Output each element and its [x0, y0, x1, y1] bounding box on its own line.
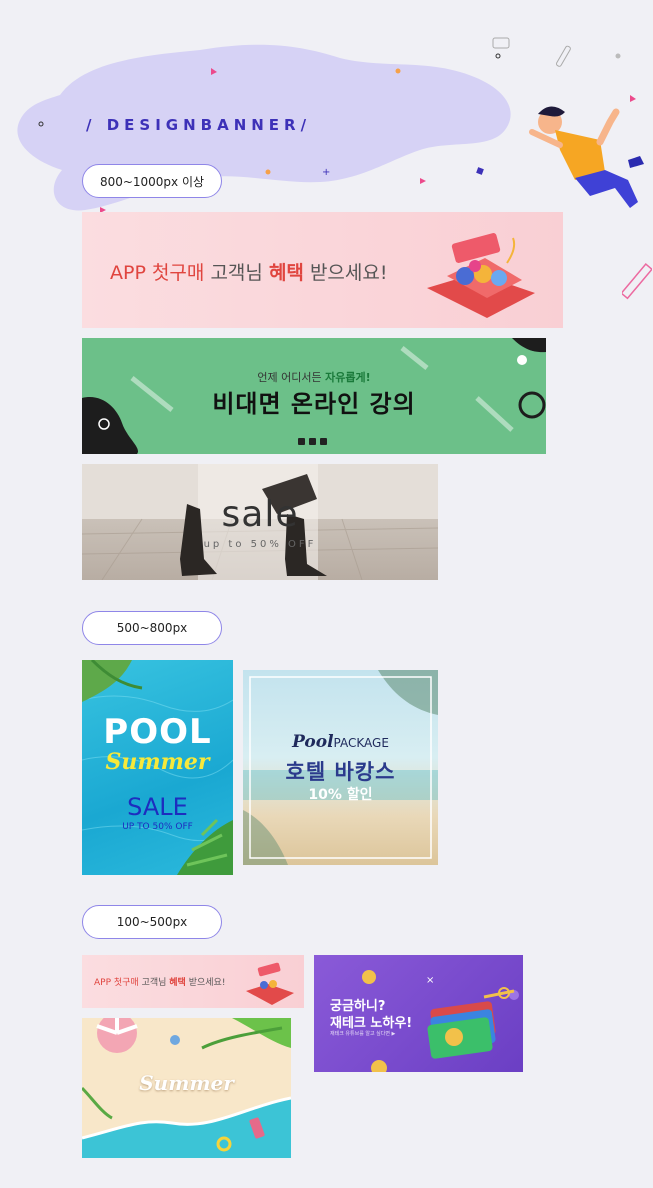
instagram-icon[interactable]: [298, 438, 305, 445]
hotel-main-title: 호텔 바캉스: [285, 760, 396, 784]
facebook-icon[interactable]: [309, 438, 316, 445]
hotel-discount: 10% 할인: [308, 787, 373, 803]
app-text-receive: 받으세요!: [303, 262, 388, 284]
hotel-package-title: PoolPACKAGE: [243, 732, 438, 752]
app-small-text-red: APP 첫구매: [94, 978, 139, 988]
sale-subtext: up to 50% OFF: [203, 539, 317, 550]
app-first-purchase-small-banner[interactable]: APP 첫구매 고객님 혜택 받으세요!: [82, 955, 304, 1008]
hotel-vacance-banner[interactable]: PoolPACKAGE 호텔 바캉스 10% 할인: [243, 670, 438, 865]
size-label-small: 100~500px: [82, 905, 222, 939]
gift-box-icon: [427, 233, 535, 318]
summer-word: Summer: [139, 1071, 234, 1095]
app-small-headline: APP 첫구매 고객님 혜택 받으세요!: [94, 975, 225, 988]
pool-sale-subtext: UP TO 50% OFF: [122, 822, 193, 832]
gift-box-small-icon: [246, 962, 294, 1005]
flying-person-illustration: [529, 106, 644, 208]
hotel-package-word: PACKAGE: [333, 736, 389, 750]
pool-word: POOL: [103, 712, 212, 752]
page-title: / DESIGNBANNER/: [86, 116, 312, 134]
online-lecture-banner[interactable]: 언제 어디서든 자유롭게! 비대면 온라인 강의: [82, 338, 546, 454]
lecture-subtitle-freely: 자유롭게!: [325, 371, 371, 384]
hotel-pool-word: Pool: [292, 732, 334, 752]
app-text-benefit: 혜택: [268, 262, 304, 284]
app-first-purchase-banner[interactable]: APP 첫구매 고객님 혜택 받으세요!: [82, 212, 563, 328]
svg-text:×: ×: [426, 975, 434, 986]
finance-line2: 재테크 노하우!: [330, 1016, 413, 1031]
pool-summer-word: Summer: [105, 749, 210, 775]
app-small-text-gray: 고객님: [138, 978, 170, 988]
app-text-red: APP 첫구매: [110, 262, 205, 284]
summer-beach-banner[interactable]: Summer: [82, 1018, 291, 1158]
finance-tips-banner[interactable]: × 궁금하니? 재테크 노하우! 재테크 유튜브를 알고 싶다면 ▶: [314, 955, 523, 1072]
pool-summer-banner[interactable]: POOL Summer SALE UP TO 50% OFF: [82, 660, 233, 875]
finance-small-text: 재테크 유튜브를 알고 싶다면 ▶: [330, 1031, 396, 1037]
app-small-text-receive: 받으세요!: [185, 978, 226, 988]
app-small-text-benefit: 혜택: [169, 978, 186, 988]
app-banner-headline: APP 첫구매 고객님 혜택 받으세요!: [110, 258, 387, 285]
social-icons: [298, 438, 327, 445]
size-label-large: 800~1000px 이상: [82, 164, 222, 198]
size-label-medium: 500~800px: [82, 611, 222, 645]
lecture-subtitle: 언제 어디서든 자유롭게!: [82, 369, 546, 385]
lecture-subtitle-anywhere: 언제 어디서든: [257, 371, 326, 384]
sale-word: sale: [221, 494, 299, 535]
lecture-title: 비대면 온라인 강의: [212, 390, 416, 418]
app-text-gray: 고객님: [204, 262, 269, 284]
twitter-icon[interactable]: [320, 438, 327, 445]
pool-sale-word: SALE: [127, 793, 188, 821]
sale-photo-banner[interactable]: sale up to 50% OFF: [82, 464, 438, 580]
svg-text:+: +: [322, 167, 330, 178]
pencil-icon: [622, 263, 652, 300]
